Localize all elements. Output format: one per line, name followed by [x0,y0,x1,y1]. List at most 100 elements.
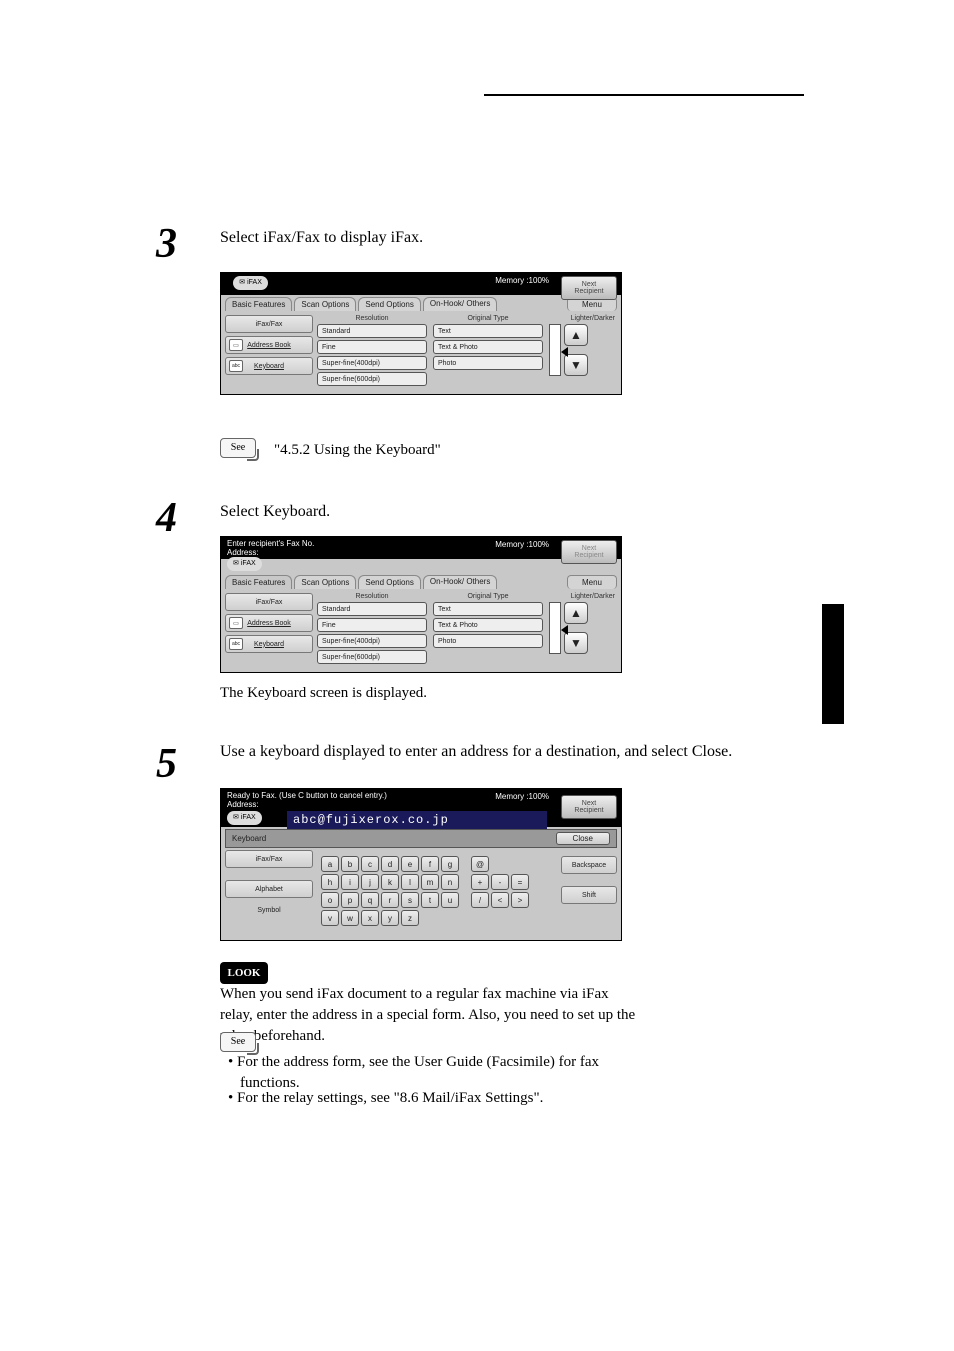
key-n[interactable]: n [441,874,459,890]
tab2-send[interactable]: Send Options [358,575,420,589]
key-q[interactable]: q [361,892,379,908]
step3-text: Select iFax/Fax to display iFax. [220,228,423,249]
ifax-pill-2: iFAX [227,557,262,571]
key-e[interactable]: e [401,856,419,872]
key-=[interactable]: = [511,874,529,890]
tab2-onhook[interactable]: On-Hook/ Others [423,575,497,589]
tab-basic[interactable]: Basic Features [225,297,292,311]
tab-onhook[interactable]: On-Hook/ Others [423,297,497,311]
shift-button[interactable]: Shift [561,886,617,904]
key-r[interactable]: r [381,892,399,908]
address-book-label: Address Book [247,342,291,349]
tab2-scan[interactable]: Scan Options [294,575,356,589]
key-m[interactable]: m [421,874,439,890]
kb-ifaxfax-button[interactable]: iFax/Fax [225,850,313,868]
res2-standard[interactable]: Standard [317,602,427,616]
key-+[interactable]: + [471,874,489,890]
key-w[interactable]: w [341,910,359,926]
key-/[interactable]: / [471,892,489,908]
res-standard[interactable]: Standard [317,324,427,338]
darkness-slider[interactable] [549,324,561,376]
ot-text[interactable]: Text [433,324,543,338]
ifax-fax-button[interactable]: iFax/Fax [225,315,313,333]
keyboard-icon-2: abc [229,638,243,650]
res-fine[interactable]: Fine [317,340,427,354]
step5-text: Use a keyboard displayed to enter an add… [220,742,780,763]
key-l[interactable]: l [401,874,419,890]
key-s[interactable]: s [401,892,419,908]
res2-fine[interactable]: Fine [317,618,427,632]
backspace-button[interactable]: Backspace [561,856,617,874]
see2b-span: For the relay settings, see "8.6 Mail/iF… [237,1090,543,1106]
next2-line2: Recipient [562,552,616,559]
ot2-text[interactable]: Text [433,602,543,616]
slider-indicator-icon-2 [561,625,568,635]
next3-line1: Next [562,800,616,807]
key-@[interactable]: @ [471,856,489,872]
next-recipient-button-2[interactable]: Next Recipient [561,540,617,564]
address-field[interactable]: abc@fujixerox.co.jp [287,811,547,829]
close-button[interactable]: Close [556,832,610,845]
lighter-button[interactable]: ▲ [564,324,588,346]
next-recipient-button[interactable]: Next Recipient [561,276,617,300]
key-k[interactable]: k [381,874,399,890]
ot-photo[interactable]: Photo [433,356,543,370]
key-u[interactable]: u [441,892,459,908]
memory-indicator: Memory :100% [495,276,549,285]
down-triangle-icon-2: ▼ [570,636,582,650]
darkness-slider-2[interactable] [549,602,561,654]
tab-send[interactable]: Send Options [358,297,420,311]
step4-text: Select Keyboard. [220,502,330,523]
key-o[interactable]: o [321,892,339,908]
ot2-photo[interactable]: Photo [433,634,543,648]
key-<[interactable]: < [491,892,509,908]
keyboard-button[interactable]: abc Keyboard [225,357,313,375]
originaltype-head: Original Type [433,315,543,322]
lighter-darker-head: Lighter/Darker [549,315,617,322]
key-j[interactable]: j [361,874,379,890]
key-y[interactable]: y [381,910,399,926]
lighter-button-2[interactable]: ▲ [564,602,588,624]
key--[interactable]: - [491,874,509,890]
next-recipient-button-3[interactable]: Next Recipient [561,795,617,819]
key-i[interactable]: i [341,874,359,890]
ot2-textphoto[interactable]: Text & Photo [433,618,543,632]
key-z[interactable]: z [401,910,419,926]
memory-indicator-2: Memory :100% [495,540,549,549]
kb-alphabet-button[interactable]: Alphabet [225,880,313,898]
key-b[interactable]: b [341,856,359,872]
key-h[interactable]: h [321,874,339,890]
address-book-button[interactable]: ▭ Address Book [225,336,313,354]
res2-sf600[interactable]: Super-fine(600dpi) [317,650,427,664]
keyboard-button-2[interactable]: abc Keyboard [225,635,313,653]
ifax-fax-button-2[interactable]: iFax/Fax [225,593,313,611]
key-a[interactable]: a [321,856,339,872]
key->[interactable]: > [511,892,529,908]
darker-button[interactable]: ▼ [564,354,588,376]
lighter-darker-head-2: Lighter/Darker [549,593,617,600]
key-f[interactable]: f [421,856,439,872]
tab2-basic[interactable]: Basic Features [225,575,292,589]
key-v[interactable]: v [321,910,339,926]
ot-textphoto[interactable]: Text & Photo [433,340,543,354]
top-rule [484,94,804,96]
see-icon-2: See [220,1032,256,1052]
key-t[interactable]: t [421,892,439,908]
key-p[interactable]: p [341,892,359,908]
page-side-tab [822,604,844,724]
key-d[interactable]: d [381,856,399,872]
look-icon: LOOK [220,962,268,984]
kb-symbol-button[interactable]: Symbol [225,901,313,919]
res2-sf400[interactable]: Super-fine(400dpi) [317,634,427,648]
addr-label-2: Address: [227,548,259,557]
screen-panel-3: Ready to Fax. (Use C button to cancel en… [220,788,622,941]
darker-button-2[interactable]: ▼ [564,632,588,654]
res-sf400[interactable]: Super-fine(400dpi) [317,356,427,370]
key-g[interactable]: g [441,856,459,872]
tab2-menu[interactable]: Menu [567,575,617,589]
res-sf600[interactable]: Super-fine(600dpi) [317,372,427,386]
tab-scan[interactable]: Scan Options [294,297,356,311]
key-x[interactable]: x [361,910,379,926]
key-c[interactable]: c [361,856,379,872]
address-book-button-2[interactable]: ▭ Address Book [225,614,313,632]
